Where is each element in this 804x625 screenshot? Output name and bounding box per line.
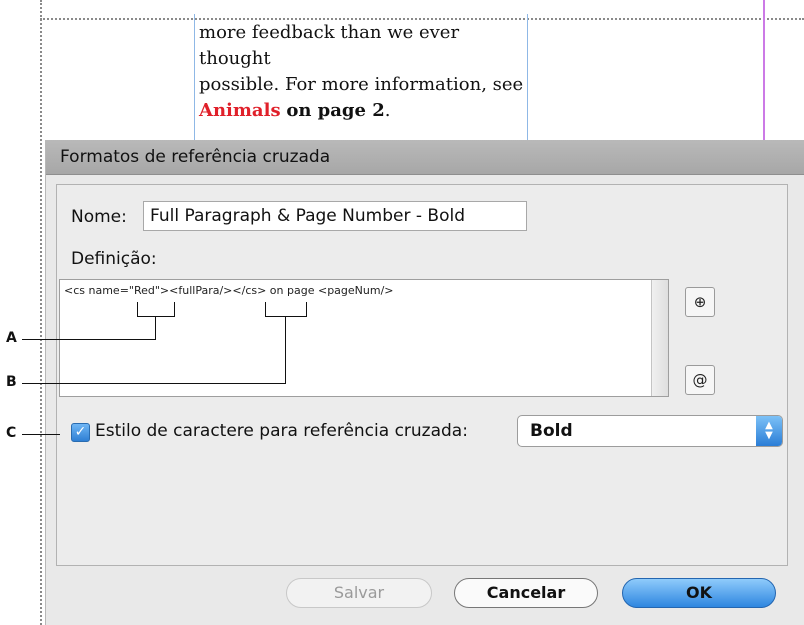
cross-ref-name[interactable]: Animals <box>199 100 281 121</box>
insert-text-icon: ⊕ <box>693 293 707 311</box>
select-arrows-icon: ▲ ▼ <box>756 416 782 446</box>
cancel-button[interactable]: Cancelar <box>454 578 598 608</box>
text-frame[interactable]: more feedback than we ever thought possi… <box>194 14 528 142</box>
ok-button[interactable]: OK <box>622 578 776 608</box>
callout-b-bracket-right <box>306 302 307 316</box>
definition-scrollbar[interactable] <box>651 280 668 396</box>
callout-b-bracket-left <box>265 302 266 316</box>
definition-part-1: <cs name=" <box>64 284 134 297</box>
char-style-checkbox[interactable]: ✓ <box>71 423 90 442</box>
preview-period: . <box>384 100 391 121</box>
char-style-label: Estilo de caractere para referência cruz… <box>95 421 468 441</box>
insert-special-char-button[interactable]: @ <box>685 365 715 395</box>
name-field[interactable] <box>143 201 527 231</box>
at-sign-icon: @ <box>692 371 708 389</box>
callout-b-line <box>22 383 286 384</box>
dialog-title: Formatos de referência cruzada <box>46 140 804 175</box>
margin-guide <box>763 0 765 140</box>
definition-field[interactable]: <cs name="Red"><fullPara/></cs> on page … <box>59 279 669 397</box>
callout-b-stem <box>285 316 286 384</box>
definition-cs-close: </cs> <box>232 284 267 297</box>
callout-b-letter: B <box>6 374 17 390</box>
insert-text-menu-button[interactable]: ⊕ <box>685 287 715 317</box>
callout-a-stem <box>155 316 156 340</box>
definition-part-2: "><fullPara/> <box>154 284 233 297</box>
format-panel: Nome: Definição: <cs name="Red"><fullPar… <box>56 184 788 566</box>
callout-a-letter: A <box>6 330 17 346</box>
callout-a-bracket-base <box>137 316 175 317</box>
definition-part-3: on page <pageNum/> <box>266 284 394 297</box>
char-style-value: Bold <box>530 421 573 441</box>
name-label: Nome: <box>71 207 127 227</box>
preview-line-1: more feedback than we ever thought <box>199 22 460 69</box>
save-button[interactable]: Salvar <box>286 578 432 608</box>
definition-label: Definição: <box>71 249 157 269</box>
callout-b-bracket-base <box>265 316 307 317</box>
preview-line-3: Animals on page 2. <box>199 98 527 124</box>
callout-a-line <box>22 339 156 340</box>
callout-c-letter: C <box>6 425 17 441</box>
preview-line-2: possible. For more information, see <box>199 74 524 95</box>
char-style-select[interactable]: Bold ▲ ▼ <box>517 415 783 447</box>
cross-ref-page[interactable]: on page 2 <box>286 100 384 121</box>
callout-a-bracket-left <box>137 302 138 316</box>
page-guide-left <box>40 0 42 625</box>
callout-a-bracket-right <box>174 302 175 316</box>
definition-red: Red <box>133 284 155 297</box>
callout-c-line <box>22 434 60 435</box>
